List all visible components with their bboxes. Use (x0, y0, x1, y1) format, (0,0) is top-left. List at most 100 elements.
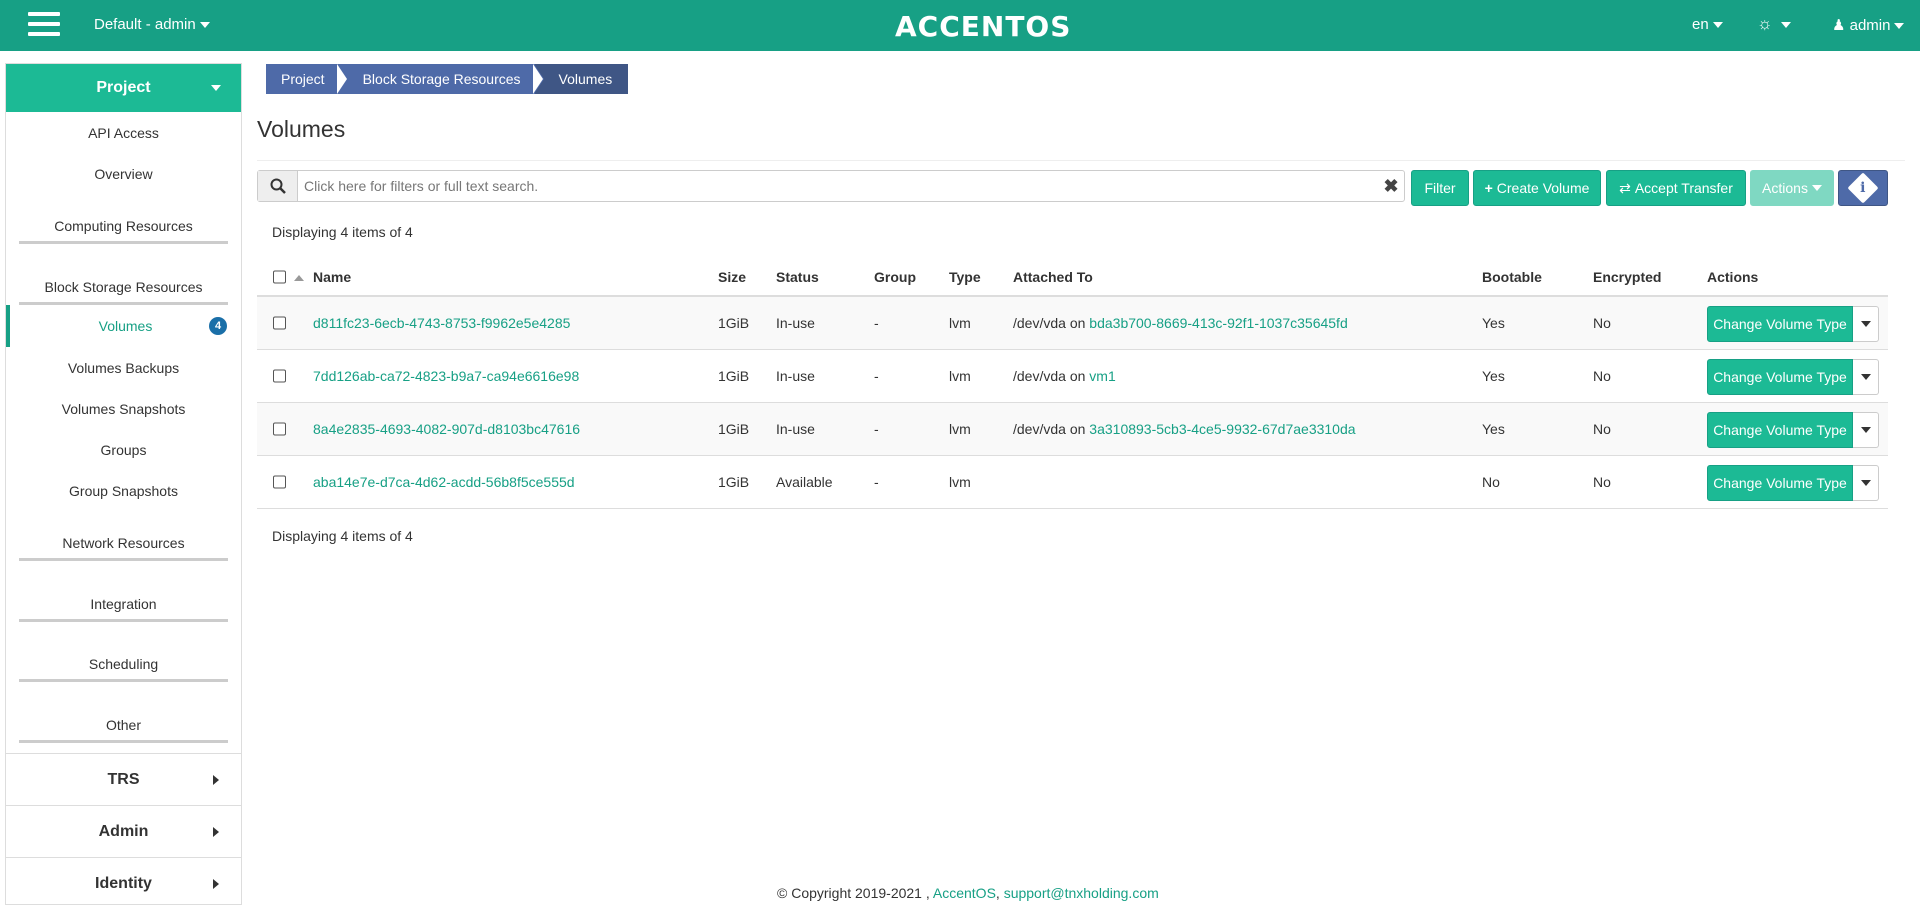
clear-search-icon[interactable]: ✖ (1378, 176, 1404, 197)
chevron-down-icon (1860, 427, 1871, 433)
sidebar-project-header[interactable]: Project (6, 64, 241, 112)
column-header-group[interactable]: Group (874, 269, 916, 285)
actions-label: Actions (1762, 180, 1808, 196)
accentos-link[interactable]: AccentOS (933, 885, 996, 901)
row-actions: Change Volume Type (1707, 306, 1879, 342)
row-checkbox[interactable] (273, 369, 286, 383)
breadcrumb-block-storage[interactable]: Block Storage Resources (338, 64, 544, 94)
volume-name-link[interactable]: 7dd126ab-ca72-4823-b9a7-ca94e6616e98 (313, 368, 579, 384)
sidebar-item-label: Volumes Snapshots (61, 400, 186, 417)
sidebar: Project API Access Overview Computing Re… (5, 63, 242, 905)
breadcrumb-project[interactable]: Project (266, 64, 348, 94)
help-button[interactable]: i (1838, 170, 1888, 206)
breadcrumb-label: Volumes (558, 71, 613, 87)
sidebar-item-label: Volumes (98, 318, 153, 334)
column-header-name[interactable]: Name (313, 269, 351, 285)
select-all-checkbox[interactable] (273, 270, 286, 284)
change-volume-type-button[interactable]: Change Volume Type (1707, 465, 1853, 501)
row-actions-dropdown[interactable] (1853, 412, 1879, 448)
attached-instance-link[interactable]: bda3b700-8669-413c-92f1-1037c35645fd (1089, 315, 1347, 331)
volume-name-link[interactable]: 8a4e2835-4693-4082-907d-d8103bc47616 (313, 421, 580, 437)
breadcrumb: Project Block Storage Resources Volumes (266, 64, 629, 94)
breadcrumb-volumes: Volumes (534, 64, 629, 94)
project-switcher[interactable]: Default - admin (94, 16, 210, 33)
row-actions-dropdown[interactable] (1853, 359, 1879, 395)
row-checkbox[interactable] (273, 316, 286, 330)
chevron-down-icon (199, 22, 210, 29)
column-header-bootable[interactable]: Bootable (1482, 269, 1542, 285)
attached-instance-link[interactable]: vm1 (1089, 368, 1115, 384)
attached-instance-link[interactable]: 3a310893-5cb3-4ce5-9932-67d7ae3310da (1089, 421, 1355, 437)
column-header-actions: Actions (1707, 269, 1759, 285)
sidebar-group-integration[interactable]: Integration (6, 561, 241, 622)
sidebar-item-overview[interactable]: Overview (6, 153, 241, 194)
volume-size: 1GiB (718, 474, 750, 490)
volume-size: 1GiB (718, 368, 750, 384)
search-input[interactable] (298, 178, 1378, 194)
volumes-count-badge: 4 (209, 317, 227, 335)
sidebar-section-trs[interactable]: TRS (6, 753, 241, 805)
row-actions: Change Volume Type (1707, 465, 1879, 501)
sidebar-item-api-access[interactable]: API Access (6, 112, 241, 153)
column-header-type[interactable]: Type (949, 269, 981, 285)
copyright-text: © Copyright 2019-2021 , (777, 885, 930, 901)
row-checkbox[interactable] (273, 475, 286, 489)
volume-name-link[interactable]: d811fc23-6ecb-4743-8753-f9962e5e4285 (313, 315, 570, 331)
display-count-bottom: Displaying 4 items of 4 (272, 528, 413, 544)
column-header-attached-to[interactable]: Attached To (1013, 269, 1093, 285)
sidebar-item-groups[interactable]: Groups (6, 429, 241, 470)
sidebar-item-volumes[interactable]: Volumes 4 (6, 305, 241, 347)
actions-dropdown-button[interactable]: Actions (1750, 170, 1834, 206)
change-volume-type-button[interactable]: Change Volume Type (1707, 359, 1853, 395)
volume-bootable: Yes (1482, 421, 1505, 437)
accept-transfer-label: Accept Transfer (1634, 180, 1733, 196)
volume-group: - (874, 421, 879, 437)
chevron-down-icon (211, 85, 221, 91)
sidebar-group-network[interactable]: Network Resources (6, 511, 241, 561)
theme-switcher[interactable]: ☼ (1757, 14, 1791, 34)
volume-bootable: Yes (1482, 368, 1505, 384)
search-icon[interactable] (258, 171, 298, 201)
row-actions-dropdown[interactable] (1853, 306, 1879, 342)
volume-group: - (874, 474, 879, 490)
column-header-status[interactable]: Status (776, 269, 819, 285)
change-volume-type-button[interactable]: Change Volume Type (1707, 306, 1853, 342)
volume-name-link[interactable]: aba14e7e-d7ca-4d62-acdd-56b8f5ce555d (313, 474, 575, 490)
sidebar-group-scheduling[interactable]: Scheduling (6, 622, 241, 682)
language-switcher[interactable]: en (1692, 16, 1723, 33)
volumes-table: Name Size Status Group Type Attached To … (257, 258, 1888, 509)
volume-group: - (874, 315, 879, 331)
filter-button[interactable]: Filter (1411, 170, 1469, 206)
accept-transfer-button[interactable]: ⇄ Accept Transfer (1606, 170, 1746, 206)
sidebar-group-other[interactable]: Other (6, 682, 241, 743)
table-header: Name Size Status Group Type Attached To … (257, 258, 1888, 297)
sidebar-section-identity[interactable]: Identity (6, 857, 241, 904)
sidebar-section-label: TRS (107, 770, 140, 788)
user-icon: ♟ (1832, 17, 1846, 34)
row-actions-dropdown[interactable] (1853, 465, 1879, 501)
sidebar-group-block-storage[interactable]: Block Storage Resources (6, 244, 241, 305)
sidebar-item-volumes-snapshots[interactable]: Volumes Snapshots (6, 388, 241, 429)
breadcrumb-label: Block Storage Resources (362, 71, 521, 87)
user-menu[interactable]: ♟ admin (1832, 16, 1905, 34)
sort-asc-icon[interactable] (290, 269, 304, 285)
create-volume-button[interactable]: + Create Volume (1473, 170, 1601, 206)
sidebar-group-computing[interactable]: Computing Resources (6, 194, 241, 244)
change-volume-type-button[interactable]: Change Volume Type (1707, 412, 1853, 448)
attached-on-text: on (1069, 368, 1086, 384)
sidebar-item-group-snapshots[interactable]: Group Snapshots (6, 470, 241, 511)
volume-type: lvm (949, 474, 971, 490)
sidebar-item-volumes-backups[interactable]: Volumes Backups (6, 347, 241, 388)
chevron-right-icon (213, 827, 219, 837)
table-row: 7dd126ab-ca72-4823-b9a7-ca94e6616e98 1Gi… (257, 350, 1888, 403)
sidebar-section-admin[interactable]: Admin (6, 805, 241, 857)
table-row: d811fc23-6ecb-4743-8753-f9962e5e4285 1Gi… (257, 297, 1888, 350)
support-email-link[interactable]: support@tnxholding.com (1004, 885, 1159, 901)
volume-bootable: Yes (1482, 315, 1505, 331)
menu-icon[interactable] (28, 12, 60, 40)
column-header-encrypted[interactable]: Encrypted (1593, 269, 1661, 285)
row-checkbox[interactable] (273, 422, 286, 436)
column-header-size[interactable]: Size (718, 269, 746, 285)
volume-size: 1GiB (718, 315, 750, 331)
sidebar-project-label: Project (96, 79, 151, 96)
